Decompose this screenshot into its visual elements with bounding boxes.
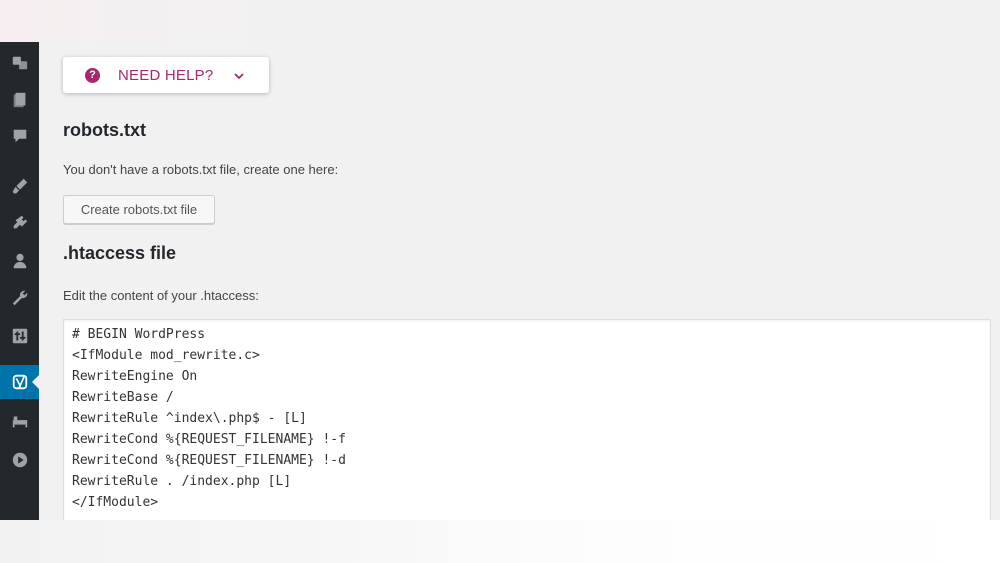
bottom-blur-strip — [0, 520, 1000, 563]
code-line: <IfModule mod_rewrite.c> — [72, 348, 260, 363]
code-line: RewriteBase / — [72, 390, 174, 405]
yoast-seo-icon[interactable] — [0, 365, 39, 399]
bed-icon[interactable] — [0, 406, 39, 436]
code-line: RewriteRule ^index\.php$ - [L] — [72, 411, 307, 426]
robots-description: You don't have a robots.txt file, create… — [63, 162, 339, 177]
chevron-down-icon — [233, 69, 245, 81]
top-blur-strip — [0, 0, 1000, 42]
pages-icon[interactable] — [0, 85, 39, 115]
robots-section-title: robots.txt — [63, 120, 146, 140]
code-line: RewriteRule . /index.php [L] — [72, 474, 292, 489]
code-line: # BEGIN WordPress — [72, 327, 206, 342]
need-help-button[interactable]: ? NEED HELP? — [63, 57, 269, 93]
code-line: RewriteCond %{REQUEST_FILENAME} !-d — [72, 453, 346, 468]
question-circle-icon: ? — [85, 67, 100, 83]
comments-icon[interactable] — [0, 121, 39, 151]
htaccess-textarea[interactable]: # BEGIN WordPress <IfModule mod_rewrite.… — [63, 319, 991, 520]
seo-translate-icon[interactable] — [0, 48, 39, 78]
create-robots-file-button[interactable]: Create robots.txt file — [63, 195, 215, 224]
admin-sidebar — [0, 42, 39, 520]
appearance-brush-icon[interactable] — [0, 171, 39, 201]
code-line: RewriteEngine On — [72, 369, 198, 384]
users-icon[interactable] — [0, 246, 39, 276]
htaccess-section-title: .htaccess file — [63, 243, 177, 263]
need-help-label: NEED HELP? — [118, 66, 214, 84]
play-icon[interactable] — [0, 445, 39, 475]
tools-wrench-icon[interactable] — [0, 283, 39, 313]
plugins-icon[interactable] — [0, 208, 39, 238]
active-indicator-arrow — [32, 375, 39, 389]
settings-sliders-icon[interactable] — [0, 321, 39, 351]
code-line: </IfModule> — [72, 495, 159, 510]
code-line: RewriteCond %{REQUEST_FILENAME} !-f — [72, 432, 346, 447]
htaccess-description: Edit the content of your .htaccess: — [63, 288, 259, 303]
